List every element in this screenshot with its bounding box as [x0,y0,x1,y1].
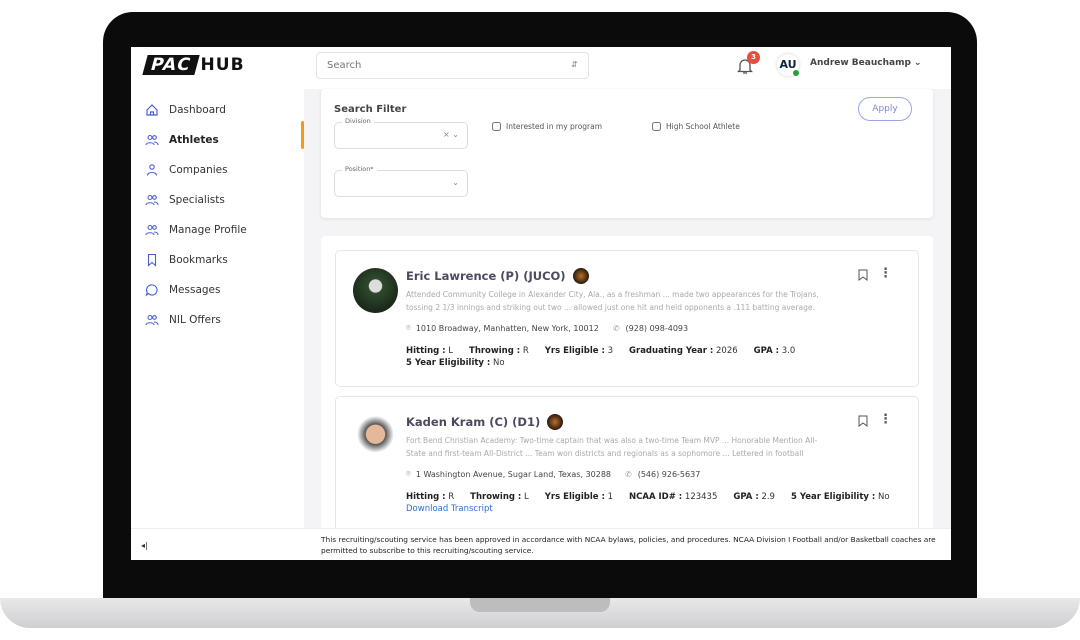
message-icon [145,284,158,297]
team-logo [572,268,589,284]
bookmark-icon [147,253,157,267]
stat: Hitting : L [406,346,454,356]
sidebar-nav: Dashboard Athletes Companies Specialists Man… [145,95,247,335]
filter-title: Search Filter [334,104,407,115]
apply-button[interactable]: Apply [858,97,912,121]
sidebar-item-companies[interactable]: Companies [145,155,247,185]
notification-badge: 3 [747,51,760,64]
athlete-list: Eric Lawrence (P) (JUCO) Attended Commun… [321,236,933,536]
athlete-phone: (546) 926-5637 [637,469,701,479]
home-icon [146,104,158,116]
search-filter-panel: Search Filter Division × ⌄ Position* ⌄ Int… [321,89,933,218]
users-icon [145,134,159,146]
sidebar: PAC HUB Dashboard Athletes Companies Special… [131,47,304,528]
avatar[interactable]: AU [777,54,799,76]
active-indicator [301,121,304,149]
location-icon: ⌾ [406,469,411,478]
athlete-stats: Hitting : L Throwing : R Yrs Eligible : 3 G… [406,345,811,369]
stat: Throwing : R [469,346,529,356]
more-options-icon[interactable]: ⋮ [879,412,892,427]
clear-chevron-icon[interactable]: × ⌄ [443,130,459,139]
stat: Graduating Year : 2026 [629,346,738,356]
online-status [793,70,799,76]
sidebar-item-bookmarks[interactable]: Bookmarks [145,245,247,275]
stat: Yrs Eligible : 1 [544,492,614,502]
stat: GPA : 3.0 [753,346,796,356]
sidebar-item-athletes[interactable]: Athletes [145,125,247,155]
filter-icon[interactable]: ⇵ [571,60,578,69]
sidebar-item-label: Messages [169,284,221,296]
location-icon: ⌾ [406,323,411,332]
athlete-phone: (928) 098-4093 [625,323,689,333]
stat: Throwing : L [470,492,529,502]
laptop-notch [470,598,610,612]
sidebar-item-messages[interactable]: Messages [145,275,247,305]
division-select[interactable]: Division × ⌄ [334,117,468,149]
athlete-address: 1 Washington Avenue, Sugar Land, Texas, … [415,469,612,479]
phone-icon: ✆ [625,469,632,479]
stat: GPA : 2.9 [733,492,775,502]
user-icon [146,164,158,176]
athlete-photo [353,414,398,459]
download-transcript-link[interactable]: Download Transcript [406,504,493,514]
topbar: ⇵ 3 AU Andrew Beauchamp ⌄ [304,47,951,89]
stat: NCAA ID# : 123435 [629,492,718,502]
sidebar-item-dashboard[interactable]: Dashboard [145,95,247,125]
athlete-stats: Hitting : R Throwing : L Yrs Eligible : 1 N… [406,491,906,515]
users-icon [145,224,159,236]
stat: 5 Year Eligibility : No [790,492,890,502]
sidebar-item-label: Specialists [169,194,225,206]
athlete-address: 1010 Broadway, Manhatten, New York, 1001… [415,323,599,333]
athlete-photo [353,268,398,313]
interested-checkbox[interactable]: Interested in my program [492,122,602,131]
app-screen: PAC HUB Dashboard Athletes Companies Special… [131,47,951,560]
team-logo [547,414,564,430]
sidebar-item-label: Dashboard [169,104,226,116]
sidebar-item-nil-offers[interactable]: NIL Offers [145,305,247,335]
chevron-down-icon: ⌄ [452,178,459,187]
sidebar-item-label: Companies [169,164,228,176]
athlete-bio: Attended Community College in Alexander … [406,290,819,312]
ncaa-disclaimer: This recruiting/scouting service has bee… [321,535,936,555]
sidebar-item-manage-profile[interactable]: Manage Profile [145,215,247,245]
chevron-down-icon: ⌄ [914,58,922,68]
stat: 5 Year Eligibility : No [406,358,505,368]
athlete-card[interactable]: Eric Lawrence (P) (JUCO) Attended Commun… [335,250,919,387]
position-select[interactable]: Position* ⌄ [334,165,468,197]
phone-icon: ✆ [612,323,620,333]
athlete-card[interactable]: Kaden Kram (C) (D1) Fort Bend Christian … [335,396,919,533]
sidebar-item-label: Manage Profile [169,224,247,236]
sidebar-item-label: NIL Offers [169,314,221,326]
athlete-name[interactable]: Kaden Kram (C) (D1) [406,414,564,430]
user-menu[interactable]: Andrew Beauchamp ⌄ [810,58,922,68]
athlete-bio: Fort Bend Christian Academy: Two-time ca… [406,436,818,458]
users-icon [145,314,159,326]
bookmark-icon[interactable] [858,415,868,427]
stat: Yrs Eligible : 3 [544,346,614,356]
sidebar-item-label: Bookmarks [169,254,228,266]
athlete-name[interactable]: Eric Lawrence (P) (JUCO) [406,268,589,284]
logo[interactable]: PAC HUB [142,55,245,75]
sidebar-item-specialists[interactable]: Specialists [145,185,247,215]
users-icon [145,194,159,206]
bookmark-icon[interactable] [858,269,868,281]
footer: ◂| This recruiting/scouting service has … [131,528,951,560]
collapse-sidebar-icon[interactable]: ◂| [141,541,148,550]
stat: Hitting : R [406,492,455,502]
high-school-checkbox[interactable]: High School Athlete [652,122,740,131]
sidebar-item-label: Athletes [169,134,219,146]
more-options-icon[interactable]: ⋮ [879,266,892,281]
search-input[interactable] [316,52,589,79]
